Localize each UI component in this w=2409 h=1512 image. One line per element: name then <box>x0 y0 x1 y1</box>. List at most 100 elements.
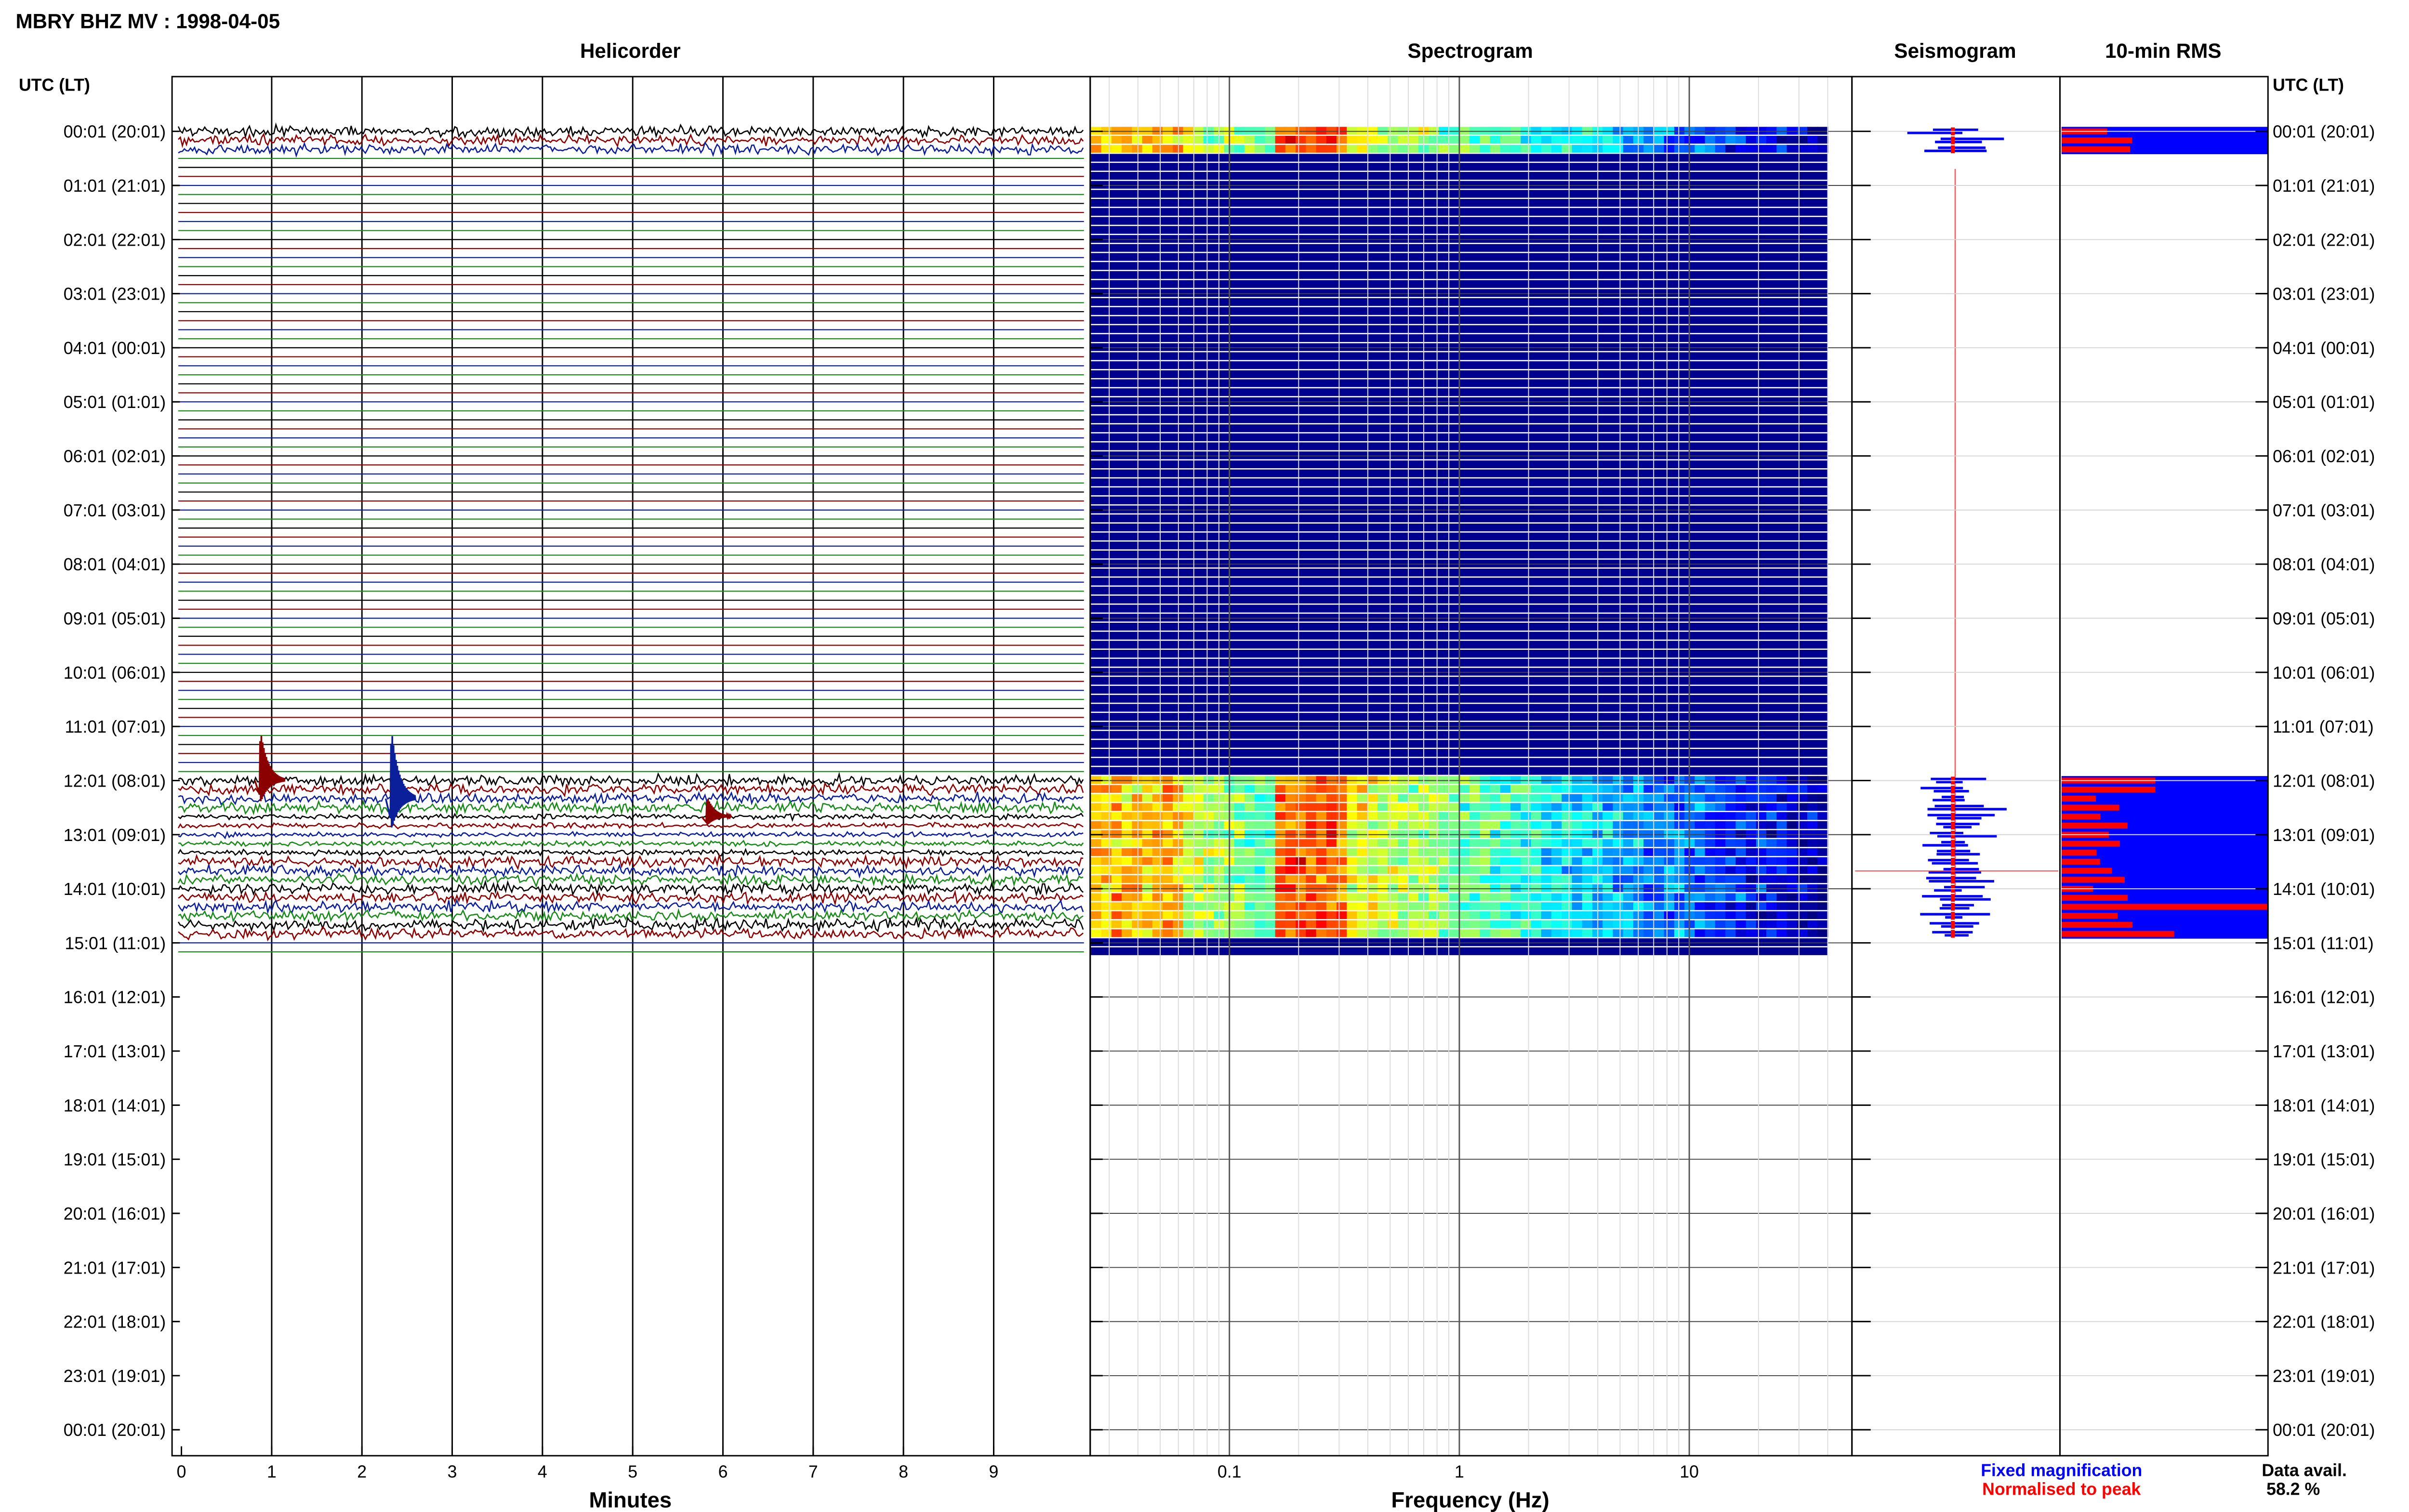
spectrogram-cell <box>1715 884 1726 892</box>
spectrogram-cell <box>1735 875 1747 883</box>
spectrogram-cell <box>1694 920 1706 928</box>
spectrogram-cell <box>1510 127 1522 135</box>
spectrogram-cell <box>1111 839 1123 847</box>
right-time-label: 21:01 (17:01) <box>2273 1258 2375 1277</box>
spectrogram-cell <box>1091 920 1102 928</box>
seismogram-plot <box>1855 127 2059 938</box>
spectrogram-cell <box>1817 857 1828 865</box>
spectrogram-cell <box>1582 839 1593 847</box>
spectrogram-cell <box>1541 902 1552 910</box>
spectrogram-cell <box>1111 893 1123 901</box>
spectrogram-cell <box>1091 812 1102 820</box>
spectrogram-cell <box>1367 127 1378 135</box>
spectrogram-cell <box>1367 866 1378 874</box>
spectrogram-cell <box>1449 830 1460 838</box>
spectrogram-cell <box>1265 785 1276 793</box>
spectrogram-cell <box>1306 848 1317 856</box>
spectrogram-cell <box>1510 857 1522 865</box>
spectrogram-cell <box>1817 785 1828 793</box>
spectrogram-cell <box>1817 929 1828 937</box>
spectrogram-cell <box>1255 127 1266 135</box>
spectrogram-cell <box>1746 893 1757 901</box>
spectrogram-cell <box>1521 145 1532 153</box>
right-time-label: 22:01 (18:01) <box>2273 1313 2375 1332</box>
spectrogram-cell <box>1643 911 1655 920</box>
spectrogram-cell <box>1275 866 1286 874</box>
spectrogram-cell <box>1152 776 1164 784</box>
spectrogram-cell <box>1787 839 1798 847</box>
spectrogram-cell <box>1132 127 1143 135</box>
spectrogram-cell <box>1285 875 1297 883</box>
spectrogram-cell <box>1408 812 1419 820</box>
spectrogram-cell <box>1787 821 1798 829</box>
rms-normalised-bar <box>2061 931 2174 937</box>
minute-tick-label: 4 <box>538 1462 547 1482</box>
spectrogram-cell <box>1132 929 1143 937</box>
spectrogram-cell <box>1347 839 1358 847</box>
spectrogram-cell <box>1449 145 1460 153</box>
spectrogram-cell <box>1643 857 1655 865</box>
spectrogram-cell <box>1111 857 1123 865</box>
spectrogram-cell <box>1265 884 1276 892</box>
spectrogram-cell <box>1735 929 1747 937</box>
spectrogram-cell <box>1562 839 1573 847</box>
spectrogram-cell <box>1429 839 1440 847</box>
spectrogram-cell <box>1582 127 1593 135</box>
spectrogram-cell <box>1142 812 1153 820</box>
right-time-label: 13:01 (09:01) <box>2273 826 2375 845</box>
spectrogram-cell <box>1101 848 1112 856</box>
spectrogram-cell <box>1582 794 1593 802</box>
spectrogram-cell <box>1787 920 1798 928</box>
spectrogram-cell <box>1142 127 1153 135</box>
spectrogram-cell <box>1787 929 1798 937</box>
spectrogram-cell <box>1275 794 1286 802</box>
spectrogram-cell <box>1377 830 1389 838</box>
spectrogram-cell <box>1500 866 1511 874</box>
spectrogram-cell <box>1510 929 1522 937</box>
spectrogram-cell <box>1316 839 1327 847</box>
spectrogram-cell <box>1316 857 1327 865</box>
spectrogram-cell <box>1787 857 1798 865</box>
spectrogram-cell <box>1132 911 1143 920</box>
spectrogram-cell <box>1817 812 1828 820</box>
spectrogram-cell <box>1787 848 1798 856</box>
spectrogram-cell <box>1337 866 1348 874</box>
spectrogram-cell <box>1623 857 1634 865</box>
spectrogram-cell <box>1163 830 1174 838</box>
spectrogram-cell <box>1521 812 1532 820</box>
spectrogram-cell <box>1674 812 1685 820</box>
spectrogram-cell <box>1469 785 1481 793</box>
helicorder-traces <box>177 122 1084 953</box>
spectrogram-cell <box>1429 776 1440 784</box>
spectrogram-cell <box>1735 911 1747 920</box>
spectrogram-cell <box>1142 857 1153 865</box>
spectrogram-cell <box>1715 848 1726 856</box>
spectrogram-cell <box>1408 830 1419 838</box>
spectrogram-cell <box>1623 812 1634 820</box>
spectrogram-cell <box>1480 839 1491 847</box>
spectrogram-cell <box>1111 803 1123 811</box>
spectrogram-cell <box>1562 127 1573 135</box>
spectrogram-cell <box>1316 866 1327 874</box>
spectrogram-cell <box>1337 794 1348 802</box>
spectrogram-cell <box>1122 830 1133 838</box>
spectrogram-cell <box>1439 127 1450 135</box>
minute-tick-label: 0 <box>177 1462 186 1482</box>
right-time-label: 18:01 (14:01) <box>2273 1096 2375 1115</box>
spectrogram-cell <box>1193 145 1204 153</box>
spectrogram-cell <box>1296 848 1307 856</box>
spectrogram-cell <box>1654 812 1665 820</box>
spectrogram-cell <box>1817 902 1828 910</box>
spectrogram-cell <box>1193 848 1204 856</box>
spectrogram-cell <box>1469 920 1481 928</box>
left-time-label: 10:01 (06:01) <box>64 663 166 683</box>
spectrogram-cell <box>1296 794 1307 802</box>
spectrogram-cell <box>1521 902 1532 910</box>
spectrogram-cell <box>1694 884 1706 892</box>
spectrogram-cell <box>1562 857 1573 865</box>
spectrogram-cell <box>1807 830 1818 838</box>
spectrogram-cell <box>1367 785 1378 793</box>
spectrogram-cell <box>1643 929 1655 937</box>
spectrogram-cell <box>1551 884 1562 892</box>
spectrogram-cell <box>1541 821 1552 829</box>
